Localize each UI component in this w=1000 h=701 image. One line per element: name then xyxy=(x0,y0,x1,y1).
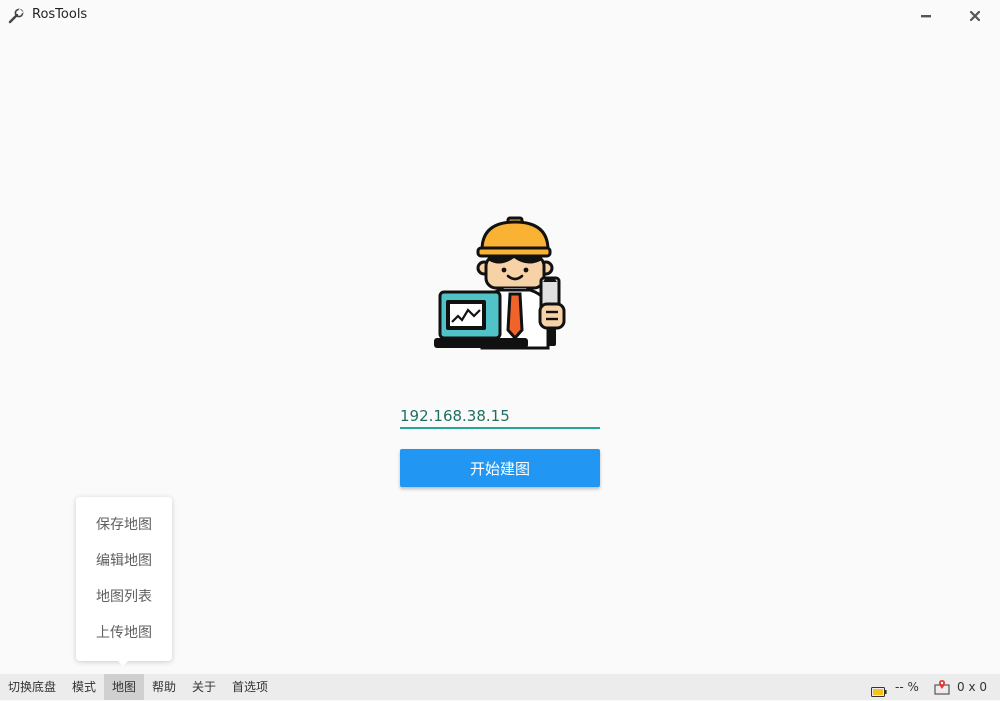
position-text: 0 x 0 xyxy=(957,680,987,694)
ip-address-input[interactable] xyxy=(400,405,600,429)
battery-level-text: -- % xyxy=(895,680,919,694)
start-mapping-button[interactable]: 开始建图 xyxy=(400,449,600,487)
close-button[interactable] xyxy=(961,4,989,28)
close-icon xyxy=(969,7,981,26)
menu-item-map-list[interactable]: 地图列表 xyxy=(76,582,172,612)
bottom-menu-bar: 切换底盘 模式 地图 帮助 关于 首选项 -- % 0 x 0 xyxy=(0,674,1000,700)
menu-item-upload-map[interactable]: 上传地图 xyxy=(76,618,172,648)
battery-icon xyxy=(871,682,887,701)
minimize-button[interactable] xyxy=(912,4,940,28)
map-menu-popup: 保存地图 编辑地图 地图列表 上传地图 xyxy=(76,497,172,661)
menu-about[interactable]: 关于 xyxy=(188,674,220,700)
menu-switch-chassis[interactable]: 切换底盘 xyxy=(4,674,60,700)
minimize-icon xyxy=(920,7,932,26)
popup-arrow xyxy=(117,660,129,666)
menu-map[interactable]: 地图 xyxy=(104,674,144,700)
menu-preferences[interactable]: 首选项 xyxy=(228,674,272,700)
app-title: RosTools xyxy=(32,7,88,22)
wrench-icon xyxy=(7,7,25,25)
engineer-illustration xyxy=(430,212,570,354)
menu-item-edit-map[interactable]: 编辑地图 xyxy=(76,546,172,576)
title-bar: RosTools xyxy=(0,0,1000,32)
map-pin-icon xyxy=(934,679,950,699)
menu-mode[interactable]: 模式 xyxy=(68,674,100,700)
menu-item-save-map[interactable]: 保存地图 xyxy=(76,510,172,540)
menu-help[interactable]: 帮助 xyxy=(148,674,180,700)
